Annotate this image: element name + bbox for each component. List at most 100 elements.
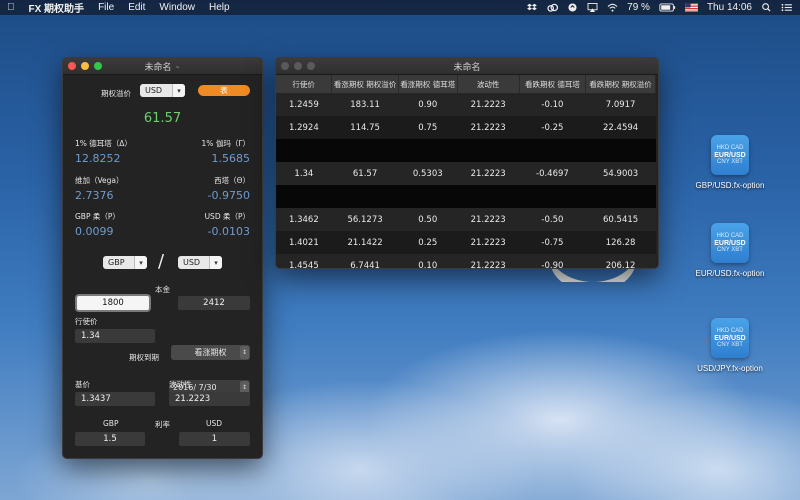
window-titlebar[interactable]: 未命名 [276,58,658,75]
stepper-icon: ↕ [240,346,249,359]
option-premium-label: 期权溢价 [101,89,131,98]
chevron-down-icon: ▾ [209,256,222,269]
table-cell: 21.2223 [457,116,520,139]
rate-base-label: GBP [103,419,119,428]
table-cell: 114.75 [331,116,399,139]
table-cell: 0.25 [398,231,458,254]
menu-help[interactable]: Help [202,2,237,13]
minimize-window-button[interactable] [294,62,302,70]
delta-value: 12.8252 [75,152,121,165]
icon-text: EUR/USD [714,239,746,247]
close-window-button[interactable] [68,62,76,70]
rho-gbp-label: GBP 柔（P） [75,212,120,221]
quote-currency-select[interactable]: USD ▾ [178,256,222,269]
strike-input[interactable]: 1.34 [75,329,155,343]
table-row-current[interactable]: 1.34 61.57 0.5303 21.2223 -0.4697 54.900… [276,162,656,185]
menu-window[interactable]: Window [152,2,202,13]
rate-base-input[interactable]: 1.5 [75,432,145,446]
dropbox-icon[interactable] [527,3,538,12]
table-cell: 126.28 [585,231,656,254]
table-row[interactable]: 1.2924 114.75 0.75 21.2223 -0.25 22.4594 [276,116,656,139]
battery-icon[interactable] [659,3,676,12]
chevron-down-icon: ▾ [134,256,147,269]
table-row[interactable]: 1.4545 6.7441 0.10 21.2223 -0.90 206.12 [276,254,656,268]
gamma-value: 1.5685 [211,152,251,165]
base-currency-value: GBP [108,258,125,267]
option-type-select[interactable]: 看涨期权 ↕ [171,345,250,360]
column-header-call-delta[interactable]: 看涨期权 德耳塔 [398,75,458,93]
table-cell: 61.57 [331,162,399,185]
expiry-label: 期权到期 [129,353,159,362]
icon-text: CAD [730,144,744,151]
options-table[interactable]: 行使价 看涨期权 期权溢价 看涨期权 德耳塔 波动性 看跌期权 德耳塔 看跌期权… [276,75,656,268]
premium-currency-select[interactable]: USD ▾ [140,84,185,97]
window-titlebar[interactable]: 未命名 ⌄ [63,58,262,75]
zoom-window-button[interactable] [307,62,315,70]
table-cell: 54.9003 [585,162,656,185]
table-cell: 7.0917 [585,93,656,116]
table-cell [276,185,656,208]
column-header-volatility[interactable]: 波动性 [457,75,520,93]
icon-text: CNY [717,341,730,348]
table-row[interactable]: 1.4021 21.1422 0.25 21.2223 -0.75 126.28 [276,231,656,254]
volatility-input[interactable]: 21.2223 [169,392,250,406]
table-cell: -0.25 [519,116,586,139]
interest-rate-label: 利率 [155,420,170,429]
table-cell: 206.12 [585,254,656,268]
principal-quote-input[interactable]: 2412 [178,296,250,310]
desktop-file-name: USD/JPY.fx-option [697,364,763,373]
base-currency-select[interactable]: GBP ▾ [103,256,147,269]
strike-label: 行使价 [75,317,98,326]
airplay-icon[interactable] [587,3,598,12]
menu-bar:  FX 期权助手 File Edit Window Help 79 % Thu… [0,0,800,15]
table-cell: 21.2223 [457,231,520,254]
show-table-button[interactable]: 表 [198,85,250,96]
wifi-icon[interactable] [607,3,618,12]
menubar-clock[interactable]: Thu 14:06 [707,2,752,13]
option-calculator-window: 未命名 ⌄ 期权溢价 USD ▾ 表 61.57 1% 德耳塔（Δ） 1% 伽玛（… [62,57,263,459]
sync-icon[interactable] [567,3,578,12]
creative-cloud-icon[interactable] [547,3,559,12]
table-row[interactable]: 1.3462 56.1273 0.50 21.2223 -0.50 60.541… [276,208,656,231]
column-header-strike[interactable]: 行使价 [276,75,333,93]
table-cell: 60.5415 [585,208,656,231]
window-title: 未命名 [453,62,481,73]
apple-menu-icon[interactable]:  [0,2,22,13]
notification-center-icon[interactable] [781,3,792,12]
menu-file[interactable]: File [91,2,121,13]
table-cell: -0.75 [519,231,586,254]
principal-base-input[interactable]: 1800 [77,296,149,310]
icon-text: XBT [731,246,743,253]
desktop-file-usdjpy[interactable]: HKD CAD EUR/USD CNY XBT USD/JPY.fx-optio… [675,318,785,373]
rate-quote-input[interactable]: 1 [179,432,250,446]
minimize-window-button[interactable] [81,62,89,70]
zoom-window-button[interactable] [94,62,102,70]
chevron-down-icon: ▾ [172,84,185,97]
icon-text: EUR/USD [714,151,746,159]
fx-option-document-icon: HKD CAD EUR/USD CNY XBT [711,135,749,175]
column-header-call-premium[interactable]: 看涨期权 期权溢价 [331,75,399,93]
table-cell: 183.11 [331,93,399,116]
rho-usd-value: -0.0103 [207,225,250,238]
desktop-file-gbpusd[interactable]: HKD CAD EUR/USD CNY XBT GBP/USD.fx-optio… [675,135,785,190]
principal-label: 本金 [155,285,170,294]
table-cell: 6.7441 [331,254,399,268]
desktop-file-eurusd[interactable]: HKD CAD EUR/USD CNY XBT EUR/USD.fx-optio… [675,223,785,278]
column-header-put-delta[interactable]: 看跌期权 德耳塔 [519,75,587,93]
icon-text: HKD [716,232,730,239]
close-window-button[interactable] [281,62,289,70]
column-header-put-premium[interactable]: 看跌期权 期权溢价 [585,75,656,93]
spot-input[interactable]: 1.3437 [75,392,155,406]
app-menu[interactable]: FX 期权助手 [22,0,92,15]
us-flag-icon[interactable] [685,3,698,12]
icon-text: CAD [730,232,744,239]
premium-value: 61.57 [143,111,182,126]
gamma-label: 1% 伽玛（Γ） [201,139,250,148]
table-row[interactable]: 1.2459 183.11 0.90 21.2223 -0.10 7.0917 [276,93,656,116]
table-cell: 1.2924 [276,116,332,139]
icon-text: EUR/USD [714,334,746,342]
menu-edit[interactable]: Edit [121,2,152,13]
icon-text: CNY [717,158,730,165]
table-cell: 1.4545 [276,254,332,268]
spotlight-search-icon[interactable] [761,3,772,12]
